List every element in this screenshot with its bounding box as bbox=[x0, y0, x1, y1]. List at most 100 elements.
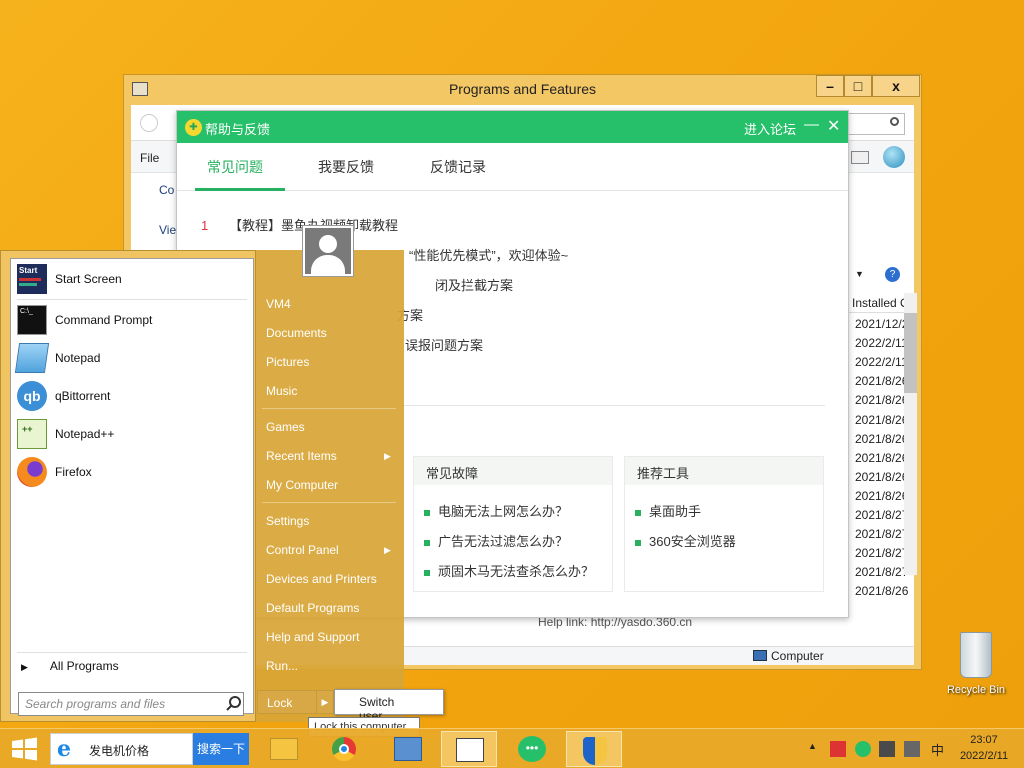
left-link-control[interactable]: Co bbox=[159, 183, 174, 197]
start-item-start-screen[interactable]: Start Start Screen bbox=[15, 261, 249, 297]
file-explorer-icon bbox=[270, 738, 298, 760]
taskbar: e 发电机价格 搜索一下 ••• ▲ 中 23:07 2022/2/11 bbox=[0, 728, 1024, 768]
fault-item[interactable]: 顽固木马无法查杀怎么办？ bbox=[424, 561, 594, 580]
right-item-help-support[interactable]: Help and Support bbox=[266, 630, 359, 644]
notepad-icon bbox=[14, 343, 50, 373]
fault-text: 顽固木马无法查杀怎么办？ bbox=[438, 564, 595, 579]
maximize-button[interactable]: □ bbox=[844, 75, 872, 97]
lock-button[interactable]: Lock bbox=[257, 690, 317, 714]
control-panel-icon bbox=[394, 737, 422, 761]
faq-item[interactable]: 1【教程】墨鱼丸视频卸载教程 bbox=[201, 215, 398, 234]
faq-text: 闭及拦截方案 bbox=[435, 278, 514, 293]
right-item-music[interactable]: Music bbox=[266, 384, 297, 398]
show-hidden-icons-chevron-icon[interactable]: ▲ bbox=[808, 741, 817, 751]
right-item-vm4[interactable]: VM4 bbox=[266, 297, 291, 311]
recycle-bin[interactable]: Recycle Bin bbox=[944, 630, 1008, 700]
network-icon[interactable] bbox=[879, 741, 895, 757]
faq-item[interactable]: 闭及拦截方案 bbox=[435, 275, 513, 294]
fault-item[interactable]: 广告无法过滤怎么办？ bbox=[424, 531, 568, 550]
bullet-icon bbox=[424, 539, 430, 546]
chat-icon: ••• bbox=[518, 736, 546, 762]
start-item-notepad[interactable]: Notepad bbox=[14, 340, 249, 376]
right-item-my-computer[interactable]: My Computer bbox=[266, 478, 338, 492]
start-item-command-prompt[interactable]: C:\_ Command Prompt bbox=[15, 302, 249, 338]
enter-forum-link[interactable]: 进入论坛 bbox=[744, 119, 796, 138]
taskbar-control-panel[interactable] bbox=[380, 731, 436, 767]
installed-date-cell: 2021/8/26 bbox=[855, 393, 909, 408]
help-icon[interactable]: ? bbox=[885, 267, 900, 282]
right-item-recent-items[interactable]: Recent Items bbox=[266, 449, 337, 463]
tool-item[interactable]: 桌面助手 bbox=[635, 501, 701, 520]
shell-icon[interactable] bbox=[883, 146, 905, 168]
view-icon[interactable] bbox=[851, 151, 869, 164]
tab-feedback[interactable]: 我要反馈 bbox=[318, 157, 374, 177]
tab-faq[interactable]: 常见问题 bbox=[207, 157, 263, 177]
help-title-bar[interactable]: ✚ 帮助与反馈 进入论坛 — ✕ bbox=[177, 111, 848, 143]
left-link-view[interactable]: Vie bbox=[159, 223, 176, 237]
right-item-settings[interactable]: Settings bbox=[266, 514, 309, 528]
search-button[interactable]: 搜索一下 bbox=[193, 733, 249, 765]
windows-start-icon[interactable] bbox=[6, 733, 42, 765]
more-options-icon[interactable]: ▼ bbox=[855, 269, 864, 279]
right-item-run[interactable]: Run... bbox=[266, 659, 298, 673]
ie-search-box[interactable]: e 发电机价格 bbox=[50, 733, 193, 765]
flag-alert-icon[interactable] bbox=[830, 741, 846, 757]
tab-feedback-history[interactable]: 反馈记录 bbox=[430, 157, 486, 177]
vertical-scrollbar[interactable] bbox=[904, 293, 917, 575]
scrollbar-thumb[interactable] bbox=[904, 313, 917, 393]
taskbar-security-shield[interactable] bbox=[566, 731, 622, 767]
firefox-icon bbox=[17, 457, 47, 487]
back-icon[interactable] bbox=[140, 114, 158, 132]
power-options-arrow-icon[interactable]: ▶ bbox=[316, 690, 334, 714]
start-separator bbox=[17, 299, 247, 300]
user-avatar[interactable] bbox=[302, 225, 354, 277]
taskbar-programs-features[interactable] bbox=[441, 731, 497, 767]
shield-icon bbox=[583, 737, 607, 765]
right-item-default-programs[interactable]: Default Programs bbox=[266, 601, 359, 615]
status-computer: Computer bbox=[771, 649, 824, 663]
help-close-icon[interactable]: ✕ bbox=[827, 116, 840, 136]
window-title: Programs and Features bbox=[448, 81, 597, 97]
taskbar-chat[interactable]: ••• bbox=[504, 731, 560, 767]
right-item-games[interactable]: Games bbox=[266, 420, 305, 434]
title-bar[interactable]: Programs and Features – □ x bbox=[124, 75, 921, 105]
clock-time[interactable]: 23:07 bbox=[955, 734, 1013, 746]
start-search-input[interactable]: Search programs and files bbox=[18, 692, 244, 716]
switch-user-menu-item[interactable]: Switch user bbox=[334, 689, 444, 723]
right-item-pictures[interactable]: Pictures bbox=[266, 355, 309, 369]
start-item-firefox[interactable]: Firefox bbox=[15, 454, 249, 490]
search-icon[interactable] bbox=[225, 695, 243, 713]
taskbar-chrome[interactable] bbox=[316, 731, 372, 767]
faq-number: 1 bbox=[201, 218, 209, 233]
volume-muted-icon[interactable] bbox=[904, 741, 920, 757]
minimize-button[interactable]: – bbox=[816, 75, 844, 97]
help-window-title: 帮助与反馈 bbox=[205, 122, 271, 137]
faq-item[interactable]: 误报问题方案 bbox=[405, 335, 483, 354]
faq-item[interactable]: “性能优先模式”，欢迎体验~ bbox=[409, 245, 568, 264]
360-logo-icon: ✚ bbox=[185, 119, 202, 136]
bullet-icon bbox=[424, 509, 430, 516]
menu-file[interactable]: File bbox=[140, 151, 159, 165]
all-programs-button[interactable]: ▶ All Programs bbox=[21, 659, 119, 673]
notepadpp-icon: ++ bbox=[17, 419, 47, 449]
right-item-control-panel[interactable]: Control Panel bbox=[266, 543, 339, 557]
start-separator bbox=[17, 652, 247, 653]
faq-text: 误报问题方案 bbox=[405, 338, 484, 353]
installed-date-cell: 2022/2/11 bbox=[855, 355, 908, 370]
start-item-qbittorrent[interactable]: qb qBittorrent bbox=[15, 378, 249, 414]
help-minimize-icon[interactable]: — bbox=[804, 116, 819, 133]
right-item-devices-printers[interactable]: Devices and Printers bbox=[266, 572, 377, 586]
360-tray-icon[interactable] bbox=[855, 741, 871, 757]
ie-search-text: 发电机价格 bbox=[89, 744, 150, 758]
close-button[interactable]: x bbox=[872, 75, 920, 97]
fault-item[interactable]: 电脑无法上网怎么办？ bbox=[424, 501, 568, 520]
search-placeholder: Search programs and files bbox=[25, 697, 166, 711]
right-item-documents[interactable]: Documents bbox=[266, 326, 327, 340]
common-faults-card: 常见故障 电脑无法上网怎么办？ 广告无法过滤怎么办？ 顽固木马无法查杀怎么办？ bbox=[413, 456, 613, 592]
tool-item[interactable]: 360安全浏览器 bbox=[635, 531, 736, 550]
clock-date[interactable]: 2022/2/11 bbox=[955, 750, 1013, 762]
input-method-indicator[interactable]: 中 bbox=[931, 740, 944, 759]
start-screen-icon: Start bbox=[17, 264, 47, 294]
start-item-notepadpp[interactable]: ++ Notepad++ bbox=[15, 416, 249, 452]
taskbar-file-explorer[interactable] bbox=[256, 731, 312, 767]
